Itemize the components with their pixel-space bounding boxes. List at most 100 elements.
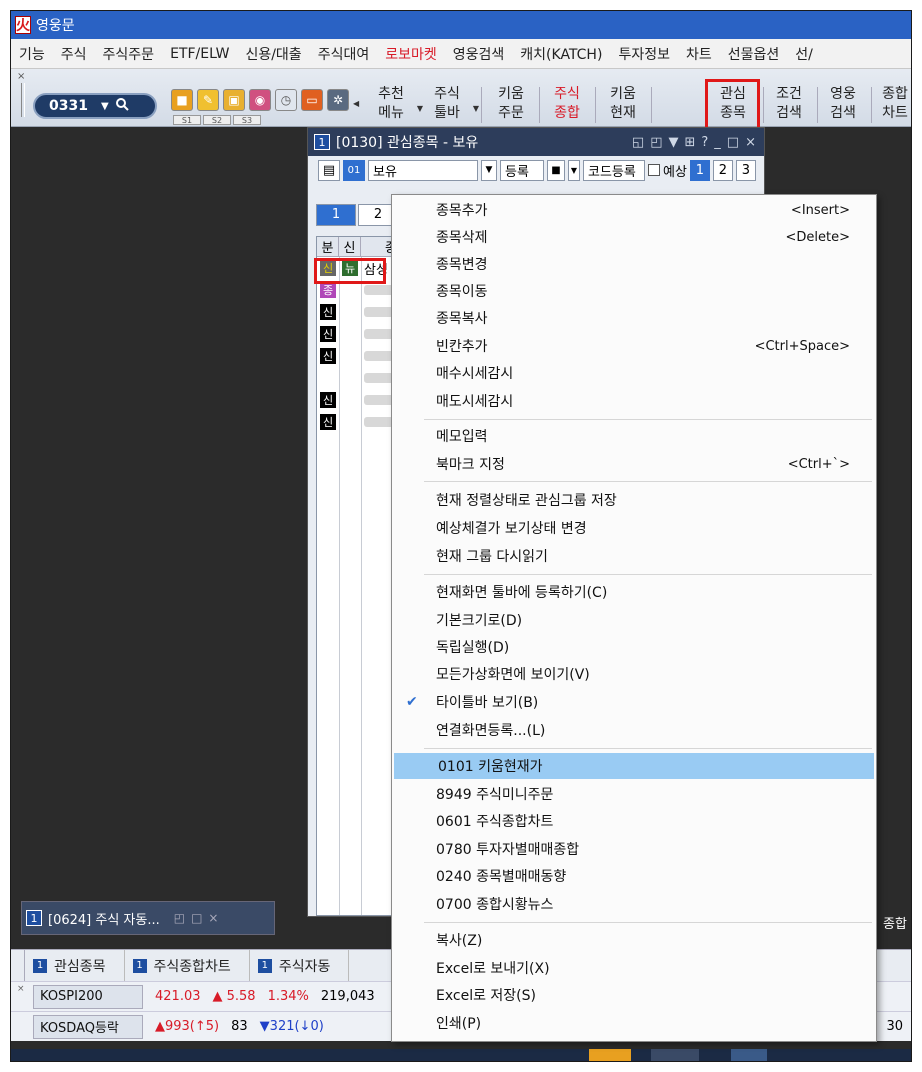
pin-icon[interactable]: ▼: [668, 135, 678, 150]
toolbar-kiwoom-current[interactable]: 키움 현재: [601, 85, 645, 125]
menu-item-bookmark[interactable]: 북마크 지정 <Ctrl+`>: [392, 451, 876, 477]
menu-item-save-sort[interactable]: 현재 정렬상태로 관심그룹 저장: [392, 487, 876, 513]
menu-katch[interactable]: 캐치(KATCH): [512, 44, 610, 64]
chevron-down-icon[interactable]: ▼: [481, 159, 497, 181]
menu-item-sell-watch[interactable]: 매도시세감시: [392, 388, 876, 414]
brush-icon[interactable]: ✎: [197, 89, 219, 111]
screen-set-s3[interactable]: S3: [233, 115, 261, 125]
group-icon[interactable]: 01: [343, 159, 365, 181]
bottom-tab-auto[interactable]: 1 주식자동: [250, 950, 350, 981]
menu-item-show-all-virtual[interactable]: 모든가상화면에 보이기(V): [392, 661, 876, 687]
square-icon[interactable]: ■: [547, 159, 565, 181]
help-icon[interactable]: ?: [701, 135, 708, 150]
ticker-close-icon[interactable]: ×: [17, 984, 25, 994]
screen-set-s1[interactable]: S1: [173, 115, 201, 125]
menu-stock-lending[interactable]: 주식대여: [310, 44, 378, 64]
menu-item-add-blank[interactable]: 빈칸추가 <Ctrl+Space>: [392, 333, 876, 359]
scroll-left-icon[interactable]: ◀: [353, 99, 359, 108]
menu-item-print[interactable]: 인쇄(P): [392, 1010, 876, 1036]
menu-item-move-stock[interactable]: 종목이동: [392, 278, 876, 304]
menu-hero-search[interactable]: 영웅검색: [445, 44, 513, 64]
column-header[interactable]: 신: [339, 237, 361, 256]
group-select[interactable]: 보유: [368, 159, 478, 181]
menu-item-add-stock[interactable]: 종목추가 <Insert>: [392, 197, 876, 223]
menu-item-investor-summary[interactable]: 0780 투자자별매매종합: [392, 836, 876, 862]
menu-item-overview-chart[interactable]: 0601 주식종합차트: [392, 808, 876, 834]
menu-item-excel-save[interactable]: Excel로 저장(S): [392, 982, 876, 1008]
menu-item-change-stock[interactable]: 종목변경: [392, 251, 876, 277]
menu-stock-order[interactable]: 주식주문: [95, 44, 163, 64]
menu-futures-options[interactable]: 선물옵션: [720, 44, 788, 64]
menu-robo-market[interactable]: 로보마켓: [377, 44, 445, 64]
menu-credit-loan[interactable]: 신용/대출: [237, 44, 309, 64]
menu-item-delete-stock[interactable]: 종목삭제 <Delete>: [392, 224, 876, 250]
screen-code-input[interactable]: 0331 ▼: [33, 93, 157, 119]
clock-icon[interactable]: ◷: [275, 89, 297, 111]
menu-item-default-size[interactable]: 기본크기로(D): [392, 607, 876, 633]
monitor-icon[interactable]: ▭: [301, 89, 323, 111]
toolbar-stock-toolbar[interactable]: 주식 툴바 ▼: [425, 85, 479, 125]
menu-invest-info[interactable]: 투자정보: [610, 44, 678, 64]
menu-item-kiwoom-current[interactable]: 0101 키움현재가: [394, 753, 874, 779]
watchlist-title-bar[interactable]: 1 [0130] 관심종목 - 보유 ◱ ◰ ▼ ⊞ ? _ □ ×: [308, 128, 764, 156]
forecast-checkbox[interactable]: [648, 164, 660, 176]
menu-item-mini-order[interactable]: 8949 주식미니주문: [392, 781, 876, 807]
page-3-button[interactable]: 3: [735, 159, 756, 181]
screen-set-s2[interactable]: S2: [203, 115, 231, 125]
menu-item-standalone[interactable]: 독립실행(D): [392, 634, 876, 660]
menu-function[interactable]: 기능: [11, 44, 53, 64]
toolbar-overview-chart[interactable]: 종합 차트: [873, 85, 911, 125]
menu-chart[interactable]: 차트: [678, 44, 720, 64]
lock-icon[interactable]: ▣: [223, 89, 245, 111]
menu-item-buy-watch[interactable]: 매수시세감시: [392, 360, 876, 386]
gear-icon[interactable]: ✲: [327, 89, 349, 111]
copy-window-icon[interactable]: ◰: [650, 135, 662, 150]
column-header[interactable]: 분: [317, 237, 339, 256]
menu-item-copy-stock[interactable]: 종목복사: [392, 305, 876, 331]
ticker-label[interactable]: KOSPI200: [33, 984, 143, 1009]
bottom-tab-watchlist[interactable]: 1 관심종목: [25, 950, 125, 981]
auto-order-mini-window[interactable]: 1 [0624] 주식 자동... ◰ □ ×: [21, 901, 275, 935]
minimize-icon[interactable]: _: [714, 135, 721, 150]
toolbar-kiwoom-order[interactable]: 키움 주문: [489, 85, 533, 125]
restore-icon[interactable]: ◰: [174, 911, 185, 925]
page-1-button[interactable]: 1: [689, 159, 710, 181]
taskbar-app-icon[interactable]: [731, 1049, 767, 1061]
code-register-button[interactable]: 코드등록: [583, 159, 645, 181]
camera-icon[interactable]: ◉: [249, 89, 271, 111]
maximize-icon[interactable]: □: [191, 911, 202, 925]
menu-item-excel-send[interactable]: Excel로 보내기(X): [392, 955, 876, 981]
menu-item-copy[interactable]: 복사(Z): [392, 927, 876, 953]
menu-item-memo[interactable]: 메모입력: [392, 423, 876, 449]
toolbar-grip[interactable]: [21, 83, 25, 117]
menu-etf-elw[interactable]: ETF/ELW: [162, 46, 237, 62]
taskbar-app-icon[interactable]: [651, 1049, 699, 1061]
menu-item-stock-trend[interactable]: 0240 종목별매매동향: [392, 863, 876, 889]
menu-item-market-news[interactable]: 0700 종합시황뉴스: [392, 891, 876, 917]
tab-1[interactable]: 1: [316, 204, 356, 226]
layout-icon[interactable]: ▤: [318, 159, 340, 181]
toolbar-close-icon[interactable]: ×: [17, 71, 25, 82]
maximize-icon[interactable]: □: [727, 135, 739, 150]
menu-item-link-screen[interactable]: 연결화면등록...(L): [392, 717, 876, 743]
register-button[interactable]: 등록: [500, 159, 544, 181]
page-2-button[interactable]: 2: [712, 159, 733, 181]
search-icon[interactable]: [115, 97, 129, 115]
toolbar-stock-overview[interactable]: 주식 종합: [545, 85, 589, 125]
close-icon[interactable]: ×: [208, 911, 218, 925]
toolbar-recommend-menu[interactable]: 추천 메뉴 ▼: [369, 85, 423, 125]
ticker-label[interactable]: KOSDAQ등락: [33, 1014, 143, 1039]
overview-tab-label[interactable]: 종합: [883, 913, 907, 932]
taskbar-app-icon[interactable]: [589, 1049, 631, 1061]
menu-stock[interactable]: 주식: [53, 44, 95, 64]
menu-item-show-titlebar[interactable]: ✔ 타이틀바 보기(B): [392, 689, 876, 715]
toolbar-hero-search[interactable]: 영웅 검색: [821, 85, 865, 125]
chevron-down-icon[interactable]: ▼: [568, 159, 580, 181]
save-icon[interactable]: ■: [171, 89, 193, 111]
menu-item-reload-group[interactable]: 현재 그룹 다시읽기: [392, 543, 876, 569]
close-icon[interactable]: ×: [745, 135, 756, 150]
bottom-tab-chart[interactable]: 1 주식종합차트: [125, 950, 250, 981]
restore-icon[interactable]: ◱: [632, 135, 644, 150]
tab-bar-grip[interactable]: [11, 950, 25, 981]
toolbar-condition-search[interactable]: 조건 검색: [767, 85, 811, 125]
